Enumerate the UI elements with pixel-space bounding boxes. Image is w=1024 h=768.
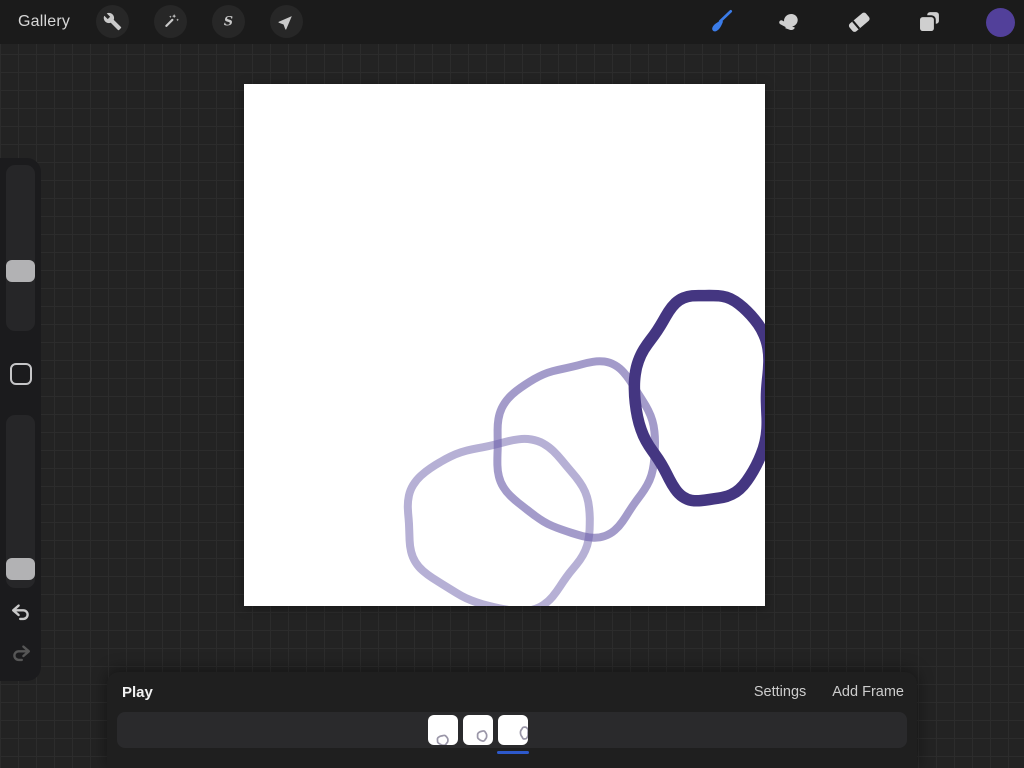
drawing-canvas[interactable] <box>244 84 765 606</box>
opacity-handle[interactable] <box>6 558 35 580</box>
eraser-tool-button[interactable] <box>842 5 876 39</box>
color-swatch-button[interactable] <box>983 5 1017 39</box>
wrench-icon <box>103 12 122 31</box>
brush-size-handle[interactable] <box>6 260 35 282</box>
animation-header: Play Settings Add Frame <box>107 672 917 712</box>
frame-1-preview <box>428 715 458 745</box>
add-frame-button[interactable]: Add Frame <box>832 684 904 700</box>
frame-thumbnail-3[interactable] <box>498 715 528 745</box>
selection-s-icon: S <box>219 12 238 31</box>
eraser-icon <box>845 8 873 36</box>
animation-assist-panel: Play Settings Add Frame <box>107 672 917 768</box>
current-color-dot <box>986 8 1015 37</box>
gallery-button[interactable]: Gallery <box>18 13 70 31</box>
brush-size-slider[interactable] <box>6 165 35 331</box>
smudge-finger-icon <box>775 8 803 36</box>
redo-icon <box>9 642 33 666</box>
paintbrush-icon <box>705 7 735 37</box>
frame-2-preview <box>463 715 493 745</box>
redo-button[interactable] <box>9 642 33 666</box>
undo-icon <box>9 601 33 625</box>
layers-button[interactable] <box>912 5 946 39</box>
adjustments-button[interactable] <box>154 5 187 38</box>
top-toolbar: Gallery S <box>0 0 1024 44</box>
modify-button[interactable] <box>10 363 32 385</box>
smudge-tool-button[interactable] <box>772 5 806 39</box>
undo-button[interactable] <box>9 601 33 625</box>
frame-thumbnail-1[interactable] <box>428 715 458 745</box>
selected-frame-indicator <box>497 751 529 754</box>
canvas-artwork <box>244 84 765 606</box>
svg-text:S: S <box>224 13 233 28</box>
frame-thumbnail-2[interactable] <box>463 715 493 745</box>
magic-wand-icon <box>161 12 180 31</box>
frame-3-preview <box>498 715 528 745</box>
play-button[interactable]: Play <box>122 684 153 701</box>
brush-tool-button[interactable] <box>703 5 737 39</box>
transform-button[interactable] <box>270 5 303 38</box>
actions-button[interactable] <box>96 5 129 38</box>
animation-settings-button[interactable]: Settings <box>754 684 806 700</box>
transform-arrow-icon <box>277 12 296 31</box>
selection-button[interactable]: S <box>212 5 245 38</box>
brush-sidebar <box>0 158 41 681</box>
layers-icon <box>915 8 943 36</box>
